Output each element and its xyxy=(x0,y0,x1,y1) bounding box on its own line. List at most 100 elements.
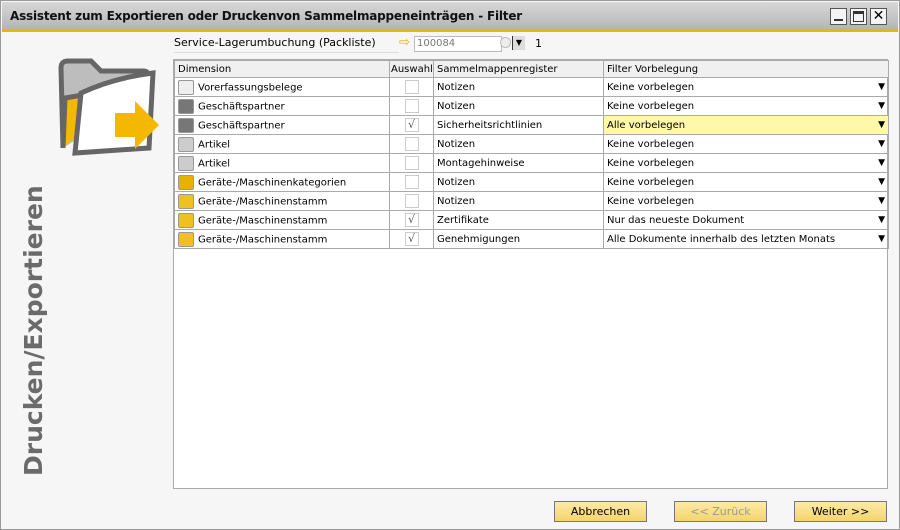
dimension-cell[interactable]: Geräte-/Maschinenstamm xyxy=(174,191,390,211)
filter-dropdown[interactable]: Keine vorbelegen ▼ xyxy=(603,77,889,97)
chevron-down-icon[interactable]: ▼ xyxy=(878,82,885,92)
filter-value: Keine vorbelegen xyxy=(607,176,695,188)
next-button[interactable]: Weiter >> xyxy=(794,501,887,522)
equipment-category-icon xyxy=(178,174,194,190)
equipment-icon xyxy=(178,193,194,209)
wizard-window: Assistent zum Exportieren oder Druckenvo… xyxy=(0,0,900,530)
filter-dropdown[interactable]: Keine vorbelegen ▼ xyxy=(603,96,889,116)
dimension-label: Geräte-/Maschinenstamm xyxy=(198,234,328,245)
selection-cell xyxy=(389,172,434,192)
maximize-button[interactable] xyxy=(850,8,867,25)
filter-value: Nur das neueste Dokument xyxy=(607,214,745,226)
chevron-down-icon[interactable]: ▼ xyxy=(878,234,885,244)
table-row[interactable]: Vorerfassungsbelege Notizen Keine vorbel… xyxy=(174,77,889,97)
table-row[interactable]: Geräte-/Maschinenstamm √ Genehmigungen A… xyxy=(174,229,889,249)
link-arrow-icon[interactable]: ⇨ xyxy=(399,35,410,50)
cancel-button[interactable]: Abbrechen xyxy=(554,501,647,522)
dropdown-arrow-icon[interactable]: ▼ xyxy=(512,36,525,50)
service-label: Service-Lagerumbuchung (Packliste) xyxy=(174,36,399,53)
table-row[interactable]: Artikel Notizen Keine vorbelegen ▼ xyxy=(174,134,889,154)
window-title: Assistent zum Exportieren oder Druckenvo… xyxy=(10,9,522,23)
chevron-down-icon[interactable]: ▼ xyxy=(878,139,885,149)
document-check-icon xyxy=(178,79,194,95)
dimension-label: Geschäftspartner xyxy=(198,101,285,112)
column-header-register[interactable]: Sammelmappenregister xyxy=(433,60,604,78)
dimension-label: Geräte-/Maschinenkategorien xyxy=(198,177,347,188)
selection-cell xyxy=(389,191,434,211)
register-cell: Zertifikate xyxy=(433,210,604,230)
chevron-down-icon[interactable]: ▼ xyxy=(878,101,885,111)
dimension-label: Artikel xyxy=(198,158,231,169)
selection-checkbox[interactable] xyxy=(404,175,419,189)
filter-dropdown[interactable]: Keine vorbelegen ▼ xyxy=(603,134,889,154)
column-header-selection[interactable]: Auswahl xyxy=(389,60,434,78)
business-partner-icon xyxy=(178,117,194,133)
chevron-down-icon[interactable]: ▼ xyxy=(878,158,885,168)
back-button[interactable]: << Zurück xyxy=(674,501,767,522)
dimension-cell[interactable]: Geschäftspartner xyxy=(174,96,390,116)
filter-dropdown[interactable]: Keine vorbelegen ▼ xyxy=(603,153,889,173)
selection-checkbox[interactable]: √ xyxy=(404,232,419,246)
table-row[interactable]: Geräte-/Maschinenkategorien Notizen Kein… xyxy=(174,172,889,192)
dimension-cell[interactable]: Geschäftspartner xyxy=(174,115,390,135)
filter-dropdown[interactable]: Keine vorbelegen ▼ xyxy=(603,172,889,192)
table-row[interactable]: Geräte-/Maschinenstamm √ Zertifikate Nur… xyxy=(174,210,889,230)
filter-dropdown[interactable]: Keine vorbelegen ▼ xyxy=(603,191,889,211)
filter-value: Alle vorbelegen xyxy=(607,119,686,131)
column-header-dimension[interactable]: Dimension xyxy=(174,60,390,78)
dimension-label: Artikel xyxy=(198,139,231,150)
selection-cell xyxy=(389,96,434,116)
service-document-field[interactable]: 100084 xyxy=(414,36,502,52)
dimension-cell[interactable]: Vorerfassungsbelege xyxy=(174,77,390,97)
folder-export-icon xyxy=(58,58,159,156)
filter-value: Keine vorbelegen xyxy=(607,100,695,112)
filter-value: Alle Dokumente innerhalb des letzten Mon… xyxy=(607,233,836,245)
table-header: Dimension Auswahl Sammelmappenregister F… xyxy=(174,60,889,78)
table-row[interactable]: Geschäftspartner Notizen Keine vorbelege… xyxy=(174,96,889,116)
dimension-label: Vorerfassungsbelege xyxy=(198,82,303,93)
filter-dropdown[interactable]: Alle Dokumente innerhalb des letzten Mon… xyxy=(603,229,889,249)
dimension-label: Geräte-/Maschinenstamm xyxy=(198,196,328,207)
register-cell: Notizen xyxy=(433,77,604,97)
register-cell: Notizen xyxy=(433,134,604,154)
chevron-down-icon[interactable]: ▼ xyxy=(878,177,885,187)
column-header-filter[interactable]: Filter Vorbelegung xyxy=(603,60,889,78)
filter-value: Keine vorbelegen xyxy=(607,195,695,207)
register-cell: Notizen xyxy=(433,96,604,116)
chevron-down-icon[interactable]: ▼ xyxy=(878,196,885,206)
dimension-cell[interactable]: Artikel xyxy=(174,153,390,173)
dimension-cell[interactable]: Artikel xyxy=(174,134,390,154)
dimension-cell[interactable]: Geräte-/Maschinenstamm xyxy=(174,229,390,249)
selection-checkbox[interactable] xyxy=(404,99,419,113)
filter-table: Dimension Auswahl Sammelmappenregister F… xyxy=(173,59,889,489)
chevron-down-icon[interactable]: ▼ xyxy=(878,215,885,225)
equipment-icon xyxy=(178,212,194,228)
lookup-icon[interactable] xyxy=(500,37,511,48)
selection-checkbox[interactable]: √ xyxy=(404,118,419,132)
selection-checkbox[interactable] xyxy=(404,80,419,94)
table-row[interactable]: Geräte-/Maschinenstamm Notizen Keine vor… xyxy=(174,191,889,211)
register-cell: Notizen xyxy=(433,191,604,211)
selection-checkbox[interactable] xyxy=(404,194,419,208)
chevron-down-icon[interactable]: ▼ xyxy=(878,120,885,130)
close-button[interactable]: ✕ xyxy=(870,8,887,25)
selection-checkbox[interactable] xyxy=(404,137,419,151)
dimension-cell[interactable]: Geräte-/Maschinenkategorien xyxy=(174,172,390,192)
equipment-icon xyxy=(178,231,194,247)
selection-cell: √ xyxy=(389,229,434,249)
service-count: 1 xyxy=(535,37,542,50)
filter-dropdown[interactable]: Nur das neueste Dokument ▼ xyxy=(603,210,889,230)
table-row[interactable]: Artikel Montagehinweise Keine vorbelegen… xyxy=(174,153,889,173)
table-row[interactable]: Geschäftspartner √ Sicherheitsrichtlinie… xyxy=(174,115,889,135)
business-partner-icon xyxy=(178,98,194,114)
register-cell: Notizen xyxy=(433,172,604,192)
side-label: Drucken/Exportieren xyxy=(19,185,48,476)
title-bar: Assistent zum Exportieren oder Druckenvo… xyxy=(2,2,898,32)
filter-dropdown[interactable]: Alle vorbelegen ▼ xyxy=(603,115,889,135)
selection-checkbox[interactable] xyxy=(404,156,419,170)
dimension-cell[interactable]: Geräte-/Maschinenstamm xyxy=(174,210,390,230)
minimize-button[interactable] xyxy=(830,8,847,25)
selection-checkbox[interactable]: √ xyxy=(404,213,419,227)
item-gear-icon xyxy=(178,136,194,152)
selection-cell: √ xyxy=(389,115,434,135)
